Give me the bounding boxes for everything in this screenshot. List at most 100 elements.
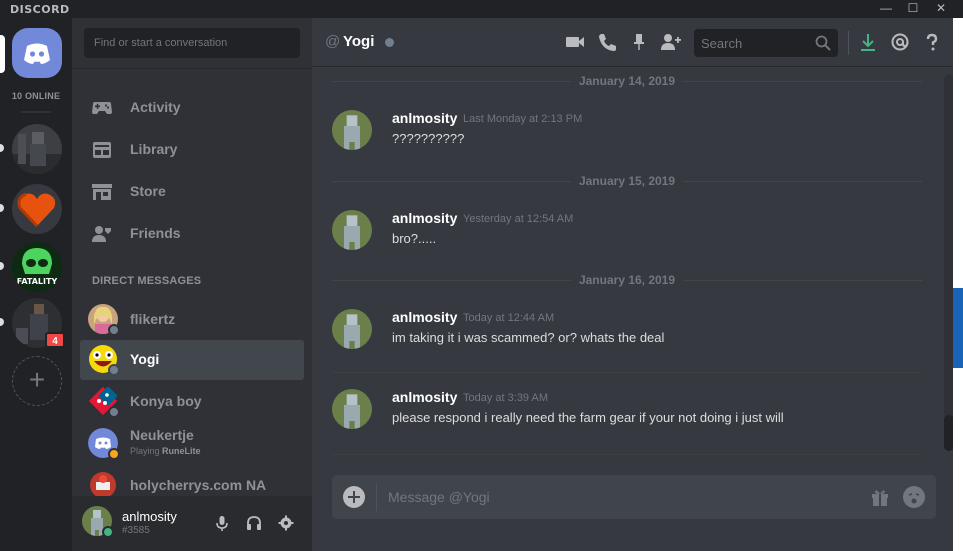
nav-library[interactable]: Library xyxy=(80,130,304,170)
microphone-icon[interactable] xyxy=(213,514,231,532)
server-avatar-icon xyxy=(12,124,62,174)
friends-icon xyxy=(92,226,111,242)
app-brand: DISCORD xyxy=(10,3,70,16)
message: anlmosity Yesterday at 12:54 AM bro?....… xyxy=(332,210,922,260)
minimize-button[interactable]: — xyxy=(875,0,897,18)
username: anlmosity xyxy=(122,509,177,524)
emoji-icon[interactable] xyxy=(902,485,926,509)
desktop-edge xyxy=(953,18,963,551)
date-divider: January 16, 2019 xyxy=(332,273,922,287)
sidebar-divider xyxy=(72,68,312,69)
nav-friends[interactable]: Friends xyxy=(80,214,304,254)
phone-icon[interactable] xyxy=(596,31,618,53)
composer-divider xyxy=(376,483,377,511)
dm-name: Konya boy xyxy=(130,393,202,409)
plus-icon: + xyxy=(28,364,46,395)
status-offline xyxy=(385,38,394,47)
nav-label: Activity xyxy=(130,99,181,115)
date-label: January 16, 2019 xyxy=(570,273,684,287)
date-divider: January 14, 2019 xyxy=(332,74,922,88)
home-indicator xyxy=(0,35,5,73)
status-offline xyxy=(108,324,120,336)
rail-separator xyxy=(21,111,51,113)
search-placeholder: Search xyxy=(701,36,743,51)
close-button[interactable]: ✕ xyxy=(930,0,952,18)
discord-logo-icon xyxy=(24,43,50,64)
video-call-icon[interactable] xyxy=(564,31,586,53)
server-rail: 10 ONLINE FATALITY 4 + xyxy=(0,18,72,551)
avatar[interactable] xyxy=(332,210,372,250)
status-idle xyxy=(108,448,120,460)
message-content: im taking it i was scammed? or? whats th… xyxy=(392,330,665,345)
unread-indicator xyxy=(0,262,4,270)
desktop-background xyxy=(953,288,963,368)
dm-name: flikertz xyxy=(130,311,176,327)
discord-app: DISCORD — ☐ ✕ 10 ONLINE FATALITY 4 + Fin… xyxy=(0,0,963,551)
dm-item-flikertz[interactable]: flikertz xyxy=(80,300,304,340)
message-content: bro?..... xyxy=(392,231,437,246)
online-count: 10 ONLINE xyxy=(11,91,61,101)
nav-label: Friends xyxy=(130,225,181,241)
message-content: ?????????? xyxy=(392,131,465,146)
unread-indicator xyxy=(0,318,4,326)
message: anlmosity Today at 3:39 AM please respon… xyxy=(332,389,922,439)
avatar[interactable] xyxy=(332,309,372,349)
dm-item-yogi[interactable]: Yogi xyxy=(80,340,304,380)
message-author[interactable]: anlmosity xyxy=(392,210,457,226)
message-divider xyxy=(332,372,922,373)
download-icon[interactable] xyxy=(857,31,879,53)
search-icon xyxy=(815,35,831,51)
add-server-button[interactable]: + xyxy=(12,356,62,406)
gamepad-icon xyxy=(92,102,112,114)
server-icon-fatality[interactable]: FATALITY xyxy=(12,242,62,292)
search-input[interactable]: Search xyxy=(694,29,838,57)
date-label: January 14, 2019 xyxy=(570,74,684,88)
message-input[interactable]: Message @Yogi xyxy=(388,489,490,505)
message-timestamp: Last Monday at 2:13 PM xyxy=(463,113,583,125)
find-conversation-input[interactable]: Find or start a conversation xyxy=(84,28,300,58)
channel-title: Yogi xyxy=(343,33,375,50)
dm-section-header: DIRECT MESSAGES xyxy=(92,275,202,287)
message-content: please respond i really need the farm ge… xyxy=(392,410,784,425)
mentions-icon[interactable] xyxy=(889,31,911,53)
upload-plus-icon[interactable] xyxy=(342,485,366,509)
status-online xyxy=(102,526,114,538)
nav-label: Library xyxy=(130,141,178,157)
svg-text:FATALITY: FATALITY xyxy=(17,277,58,286)
gift-icon[interactable] xyxy=(869,486,891,508)
home-button[interactable] xyxy=(12,28,62,78)
add-friend-icon[interactable] xyxy=(659,31,681,53)
dm-name: holycherrys.com NA xyxy=(130,477,267,493)
nav-store[interactable]: Store xyxy=(80,172,304,212)
maximize-button[interactable]: ☐ xyxy=(902,0,924,18)
discriminator: #3585 xyxy=(122,525,150,536)
avatar[interactable] xyxy=(332,110,372,150)
message-timestamp: Today at 3:39 AM xyxy=(463,392,548,404)
header-divider xyxy=(848,31,849,55)
help-icon[interactable] xyxy=(921,31,943,53)
dm-activity: Playing RuneLite xyxy=(130,446,201,456)
dm-item-konya-boy[interactable]: Konya boy xyxy=(80,382,304,422)
message-author[interactable]: anlmosity xyxy=(392,309,457,325)
message-composer: Message @Yogi xyxy=(332,475,936,519)
pin-icon[interactable] xyxy=(628,31,650,53)
server-icon-2[interactable] xyxy=(12,184,62,234)
gear-icon[interactable] xyxy=(277,514,295,532)
user-panel: anlmosity #3585 xyxy=(72,496,312,551)
library-icon xyxy=(93,142,111,158)
unread-indicator xyxy=(0,144,4,152)
status-offline xyxy=(108,406,120,418)
message-author[interactable]: anlmosity xyxy=(392,389,457,405)
title-bar: DISCORD — ☐ ✕ xyxy=(0,0,963,18)
dm-item-neukertje[interactable]: Neukertje Playing RuneLite xyxy=(80,424,304,464)
message-author[interactable]: anlmosity xyxy=(392,110,457,126)
avatar[interactable] xyxy=(332,389,372,429)
headphones-icon[interactable] xyxy=(245,514,263,532)
skull-server-icon: FATALITY xyxy=(12,242,62,292)
nav-activity[interactable]: Activity xyxy=(80,88,304,128)
game-name: RuneLite xyxy=(162,446,201,456)
status-offline xyxy=(108,364,120,376)
date-divider: January 15, 2019 xyxy=(332,174,922,188)
server-icon-1[interactable] xyxy=(12,124,62,174)
mention-badge: 4 xyxy=(45,332,65,348)
